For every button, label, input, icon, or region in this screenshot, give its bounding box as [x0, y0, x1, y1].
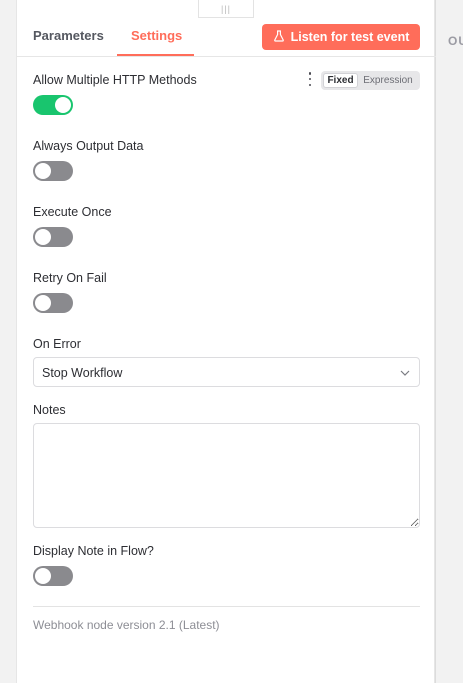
- active-tab-indicator: [117, 54, 194, 56]
- toggle-knob: [55, 97, 71, 113]
- mode-fixed-option[interactable]: Fixed: [323, 73, 358, 88]
- flask-icon: [273, 29, 285, 45]
- node-settings-panel: Parameters Settings Listen for test even…: [16, 0, 436, 683]
- always-output-data-toggle[interactable]: [33, 161, 73, 181]
- tab-settings[interactable]: Settings: [131, 28, 182, 43]
- retry-on-fail-label: Retry On Fail: [33, 271, 107, 285]
- on-error-label: On Error: [33, 337, 81, 351]
- chevron-down-icon: [400, 370, 410, 376]
- notes-textarea[interactable]: [33, 423, 420, 528]
- tab-parameters[interactable]: Parameters: [33, 28, 104, 43]
- footer-divider: [33, 606, 420, 607]
- execute-once-toggle[interactable]: [33, 227, 73, 247]
- listen-for-test-event-button[interactable]: Listen for test event: [262, 24, 420, 50]
- execute-once-label: Execute Once: [33, 205, 112, 219]
- fixed-expression-switch: Fixed Expression: [321, 71, 420, 90]
- display-note-in-flow-toggle[interactable]: [33, 566, 73, 586]
- toggle-knob: [35, 163, 51, 179]
- output-panel-label: OU: [448, 34, 463, 48]
- mode-expression-option[interactable]: Expression: [358, 73, 418, 88]
- listen-button-label: Listen for test event: [290, 30, 410, 44]
- on-error-value: Stop Workflow: [42, 366, 123, 380]
- toggle-knob: [35, 295, 51, 311]
- allow-multiple-http-methods-toggle[interactable]: [33, 95, 73, 115]
- left-panel-edge: [0, 0, 16, 683]
- always-output-data-label: Always Output Data: [33, 139, 144, 153]
- options-menu-icon[interactable]: [305, 72, 315, 86]
- on-error-select[interactable]: Stop Workflow: [33, 357, 420, 387]
- toggle-knob: [35, 229, 51, 245]
- notes-label: Notes: [33, 403, 66, 417]
- retry-on-fail-toggle[interactable]: [33, 293, 73, 313]
- display-note-in-flow-label: Display Note in Flow?: [33, 544, 154, 558]
- toggle-knob: [35, 568, 51, 584]
- output-panel: OU: [435, 0, 463, 683]
- allow-multiple-http-methods-label: Allow Multiple HTTP Methods: [33, 73, 197, 87]
- node-version-text: Webhook node version 2.1 (Latest): [33, 618, 220, 632]
- panel-drag-handle[interactable]: |||: [198, 0, 254, 18]
